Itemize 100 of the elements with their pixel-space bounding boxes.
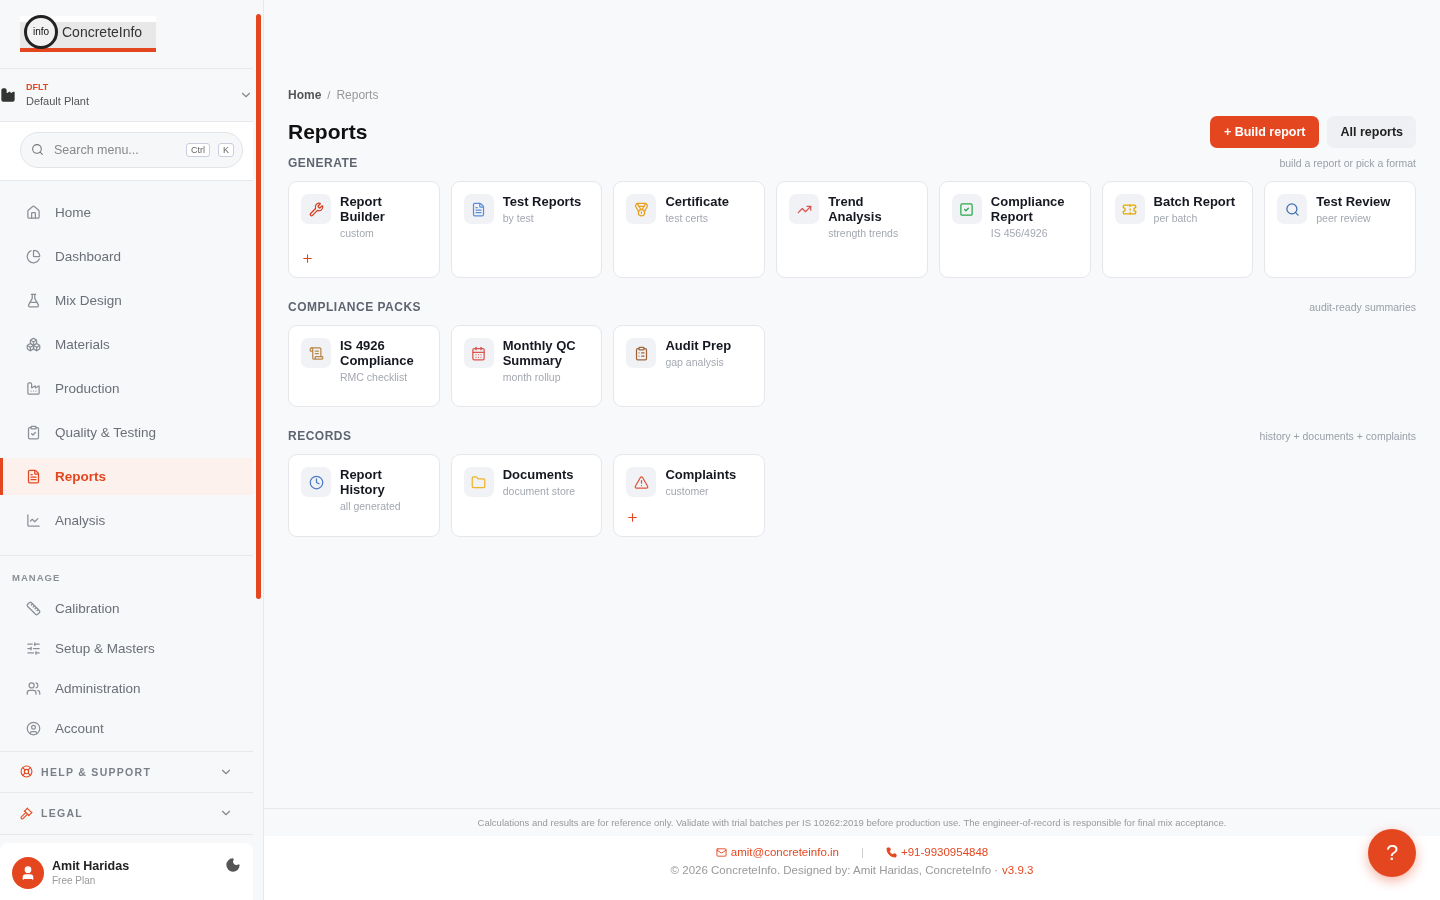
calendar-icon xyxy=(471,345,487,361)
shortcut-key: Ctrl xyxy=(186,142,210,157)
nav-item[interactable]: Production xyxy=(0,370,253,408)
mail-icon xyxy=(715,846,727,858)
lifebuoy-icon xyxy=(20,765,33,779)
card-title: Certificate xyxy=(665,194,729,209)
plus-icon[interactable] xyxy=(626,511,640,524)
card-title: Report Builder xyxy=(340,194,386,224)
report-card[interactable]: Complaints customer xyxy=(613,454,766,537)
report-card[interactable]: Documents document store xyxy=(450,454,603,537)
nav-icon xyxy=(26,681,41,697)
plant-name: Default Plant xyxy=(26,95,90,108)
search-bar[interactable]: Search menu... Ctrl K xyxy=(20,131,243,168)
nav-item[interactable]: Analysis xyxy=(0,502,253,540)
card-subtitle: gap analysis xyxy=(665,356,725,368)
breadcrumb-link[interactable]: Home xyxy=(288,88,322,102)
nav-item[interactable]: Calibration xyxy=(0,588,253,629)
card-subtitle: by test xyxy=(502,212,535,224)
gavel-icon xyxy=(20,806,33,820)
search-icon xyxy=(1284,201,1300,217)
report-card[interactable]: Certificate test certs xyxy=(613,181,766,278)
card-title: Batch Report xyxy=(1153,194,1236,209)
logo-name: ConcreteInfo xyxy=(62,23,143,40)
scrollbar[interactable] xyxy=(255,14,261,599)
avatar xyxy=(12,856,44,889)
report-card[interactable]: Test Reports by test xyxy=(450,181,603,278)
nav-icon xyxy=(26,293,41,309)
document-icon xyxy=(471,201,487,217)
scroll-icon xyxy=(308,345,324,361)
nav-item[interactable]: Dashboard xyxy=(0,238,253,276)
nav-icon xyxy=(26,205,41,221)
report-card[interactable]: Monthly QC Summary month rollup xyxy=(450,325,603,407)
card-subtitle: customer xyxy=(665,485,710,497)
nav-item[interactable]: Setup & Masters xyxy=(0,628,253,669)
version: v3.9.3 xyxy=(1002,864,1034,876)
card-subtitle: test certs xyxy=(665,212,710,224)
card-subtitle: peer review xyxy=(1316,212,1372,224)
report-card[interactable]: Compliance Report IS 456/4926 xyxy=(938,181,1091,278)
card-title: Test Review xyxy=(1316,194,1391,209)
nav-icon xyxy=(26,425,41,441)
card-title: Compliance Report xyxy=(990,194,1066,224)
user-name: Amit Haridas xyxy=(52,858,131,873)
folder-icon xyxy=(471,474,487,490)
nav-icon xyxy=(26,601,41,617)
nav-icon xyxy=(26,469,41,485)
email-link[interactable]: amit@concreteinfo.in xyxy=(715,846,839,858)
page-title: Reports xyxy=(288,120,368,144)
nav-item[interactable]: Materials xyxy=(0,326,253,364)
group-title: MANAGE xyxy=(11,570,62,585)
card-subtitle: strength trends xyxy=(828,227,900,239)
logo-mark: info xyxy=(32,26,50,38)
report-card[interactable]: Report Builder custom xyxy=(288,181,440,278)
report-card[interactable]: Test Review peer review xyxy=(1264,181,1416,278)
nav-item[interactable]: Home xyxy=(0,194,253,232)
clock-icon xyxy=(308,474,324,490)
phone-link[interactable]: +91-9930954848 xyxy=(885,846,989,858)
disclaimer: Calculations and results are for reference only. Validate with trial batches per IS 10262:2019 before production use. The engineer-of-record is responsible for final mix acceptance. xyxy=(264,809,1440,836)
help-button[interactable]: ? xyxy=(1368,829,1416,877)
moon-icon[interactable] xyxy=(225,856,241,873)
report-card[interactable]: Audit Prep gap analysis xyxy=(613,325,766,407)
plant-selector[interactable]: DFLT Default Plant xyxy=(0,68,253,122)
section-title: COMPLIANCE PACKS xyxy=(288,300,422,314)
wrench-icon xyxy=(308,201,324,217)
nav-item[interactable]: Account xyxy=(0,708,253,749)
medal-icon xyxy=(633,201,649,217)
user-card[interactable]: Amit Haridas Free Plan xyxy=(0,842,253,900)
nav-icon xyxy=(26,641,41,657)
separator: | xyxy=(860,846,864,858)
user-plan: Free Plan xyxy=(52,874,97,886)
section-title: RECORDS xyxy=(288,429,352,443)
collapsible-header[interactable]: HELP & SUPPORT xyxy=(0,751,253,794)
card-title: Complaints xyxy=(665,467,737,482)
search-field[interactable]: Search menu... xyxy=(52,141,178,158)
breadcrumb-separator: / xyxy=(327,89,331,101)
nav-icon xyxy=(26,721,41,737)
breadcrumb-link[interactable]: Reports xyxy=(336,88,379,102)
section-hint: audit-ready summaries xyxy=(1309,301,1416,313)
section-hint: history + documents + complaints xyxy=(1259,430,1416,442)
clipboard-icon xyxy=(633,345,649,361)
card-subtitle: document store xyxy=(502,485,576,497)
card-subtitle: month rollup xyxy=(502,371,562,383)
report-card[interactable]: Report History all generated xyxy=(288,454,440,537)
plus-icon[interactable] xyxy=(301,252,314,265)
report-card[interactable]: Batch Report per batch xyxy=(1101,181,1254,278)
nav-item[interactable]: Administration xyxy=(0,668,253,709)
report-card[interactable]: Trend Analysis strength trends xyxy=(776,181,928,278)
nav-item[interactable]: Mix Design xyxy=(0,282,253,320)
report-card[interactable]: IS 4926 Compliance RMC checklist xyxy=(288,325,440,407)
copyright: © 2026 ConcreteInfo. Designed by: Amit Haridas, ConcreteInfo · xyxy=(670,864,999,876)
check-icon xyxy=(959,201,975,217)
card-subtitle: all generated xyxy=(340,500,402,512)
build-report-button[interactable]: + Build report xyxy=(1209,116,1320,148)
nav-icon xyxy=(26,513,41,529)
nav-icon xyxy=(26,249,41,265)
all-reports-button[interactable]: All reports xyxy=(1327,116,1416,148)
card-title: Trend Analysis xyxy=(828,194,883,224)
nav-item[interactable]: Reports xyxy=(0,458,253,496)
nav-item[interactable]: Quality & Testing xyxy=(0,414,253,452)
collapsible-header[interactable]: LEGAL xyxy=(0,793,253,835)
search-icon xyxy=(31,143,44,157)
